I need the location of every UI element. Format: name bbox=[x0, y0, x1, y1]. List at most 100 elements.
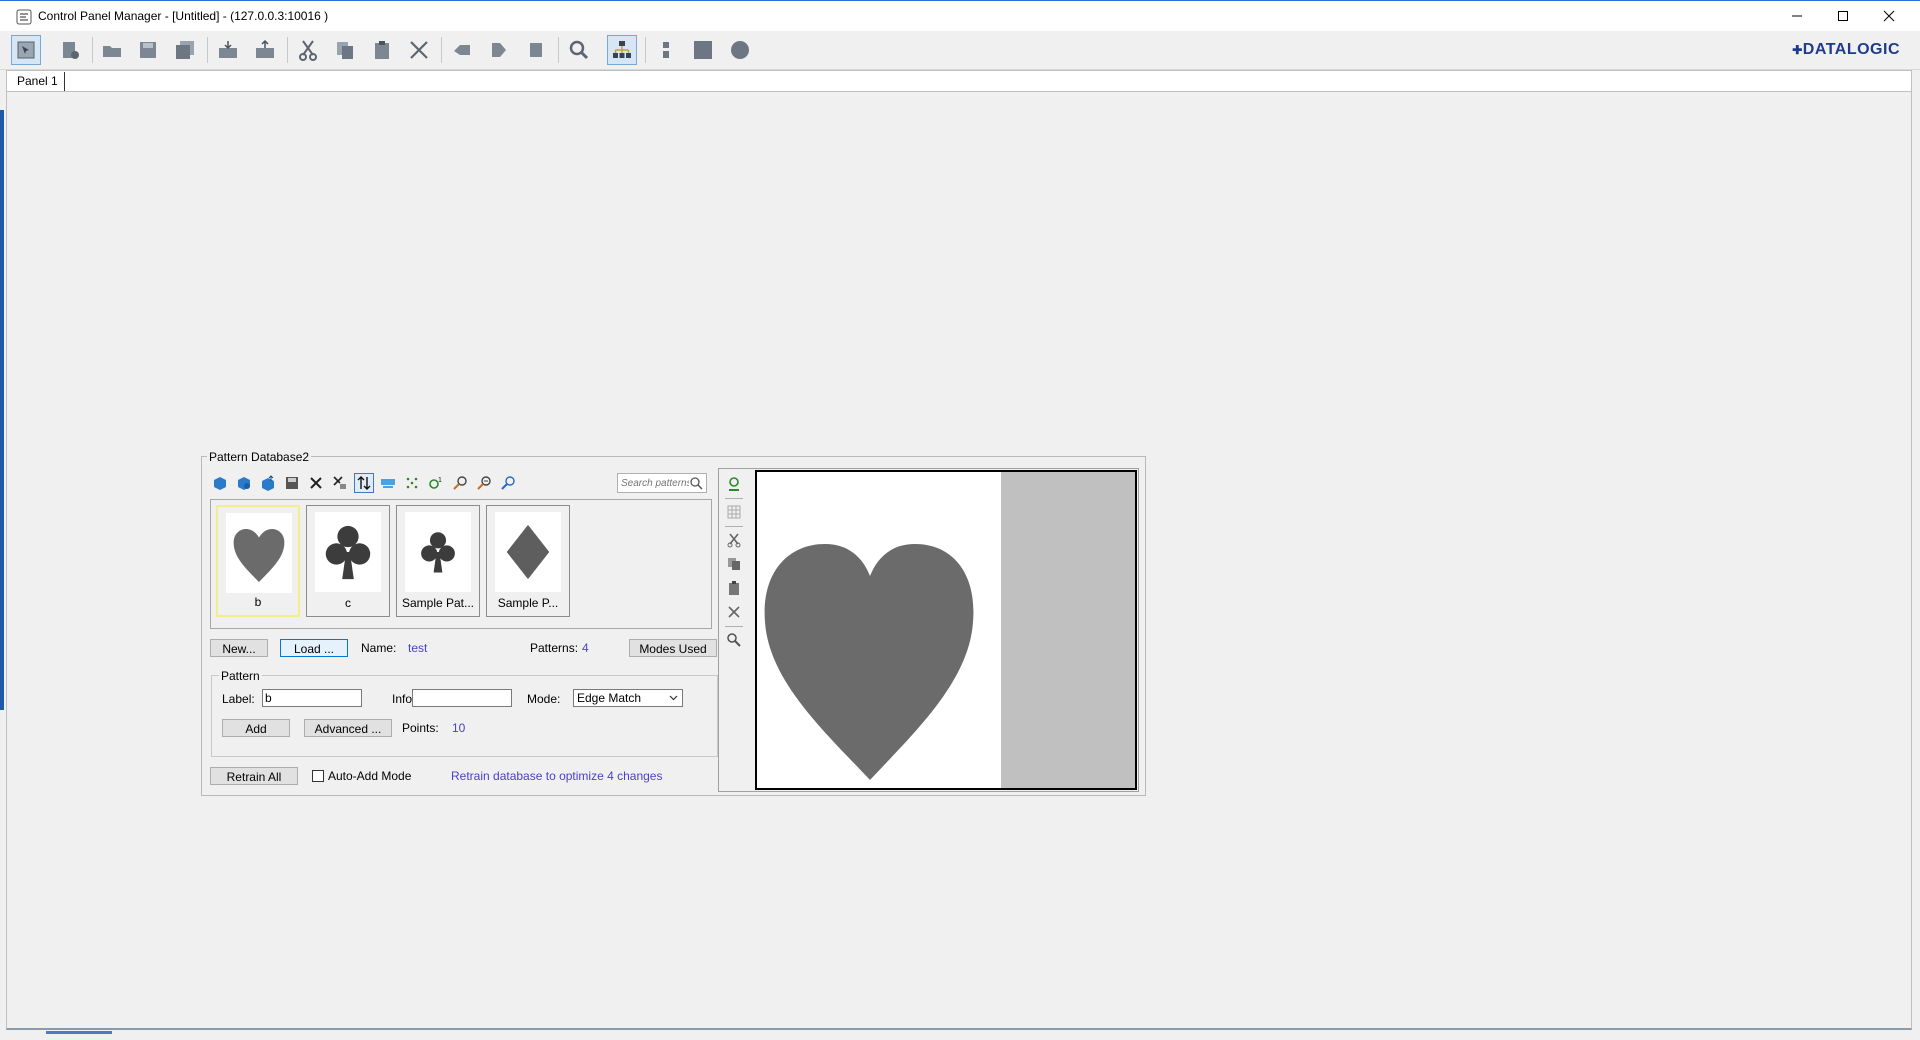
pattern-label-input[interactable] bbox=[262, 689, 362, 707]
db-export-button[interactable] bbox=[258, 473, 278, 493]
redo-button[interactable] bbox=[484, 35, 514, 65]
import-button[interactable] bbox=[213, 35, 243, 65]
db-save-button[interactable] bbox=[282, 473, 302, 493]
delete-button[interactable] bbox=[404, 35, 434, 65]
zoom-icon bbox=[569, 40, 589, 60]
auto-add-mode-checkbox[interactable] bbox=[312, 770, 324, 782]
undo-button[interactable] bbox=[447, 35, 477, 65]
redo-icon bbox=[492, 43, 506, 57]
save-all-button[interactable] bbox=[170, 35, 200, 65]
db-save-icon bbox=[286, 477, 298, 489]
tab-panel-1[interactable]: Panel 1 bbox=[11, 72, 65, 91]
mode-select-value: Edge Match bbox=[577, 691, 642, 705]
db-delete-button[interactable] bbox=[306, 473, 326, 493]
viewer-zoom-button[interactable] bbox=[724, 630, 744, 650]
db-zoom-fit-button[interactable] bbox=[498, 473, 518, 493]
horizontal-scrollbar[interactable] bbox=[6, 1030, 1912, 1040]
save-icon bbox=[140, 42, 156, 58]
db-display-button[interactable] bbox=[378, 473, 398, 493]
info-input[interactable] bbox=[412, 689, 512, 707]
viewer-grid-button[interactable] bbox=[724, 502, 744, 522]
viewer-copy-button[interactable] bbox=[724, 554, 744, 574]
advanced-button[interactable]: Advanced ... bbox=[304, 719, 392, 737]
grip-button[interactable] bbox=[651, 35, 681, 65]
stop-icon bbox=[530, 43, 542, 57]
mode-select[interactable]: Edge Match bbox=[573, 689, 683, 707]
db-delete-pattern-icon bbox=[333, 476, 346, 489]
pattern-preview bbox=[315, 512, 381, 592]
stop-button[interactable] bbox=[521, 35, 551, 65]
pattern-thumb[interactable]: c bbox=[306, 505, 390, 617]
viewer-paste-button[interactable] bbox=[724, 578, 744, 598]
new-panel-button[interactable] bbox=[55, 35, 85, 65]
pattern-viewer bbox=[718, 468, 1139, 792]
db-points-button[interactable] bbox=[402, 473, 422, 493]
heart-shape-icon bbox=[233, 528, 285, 582]
pattern-label: b bbox=[254, 595, 262, 609]
minimize-button[interactable] bbox=[1774, 1, 1820, 31]
pattern-database-title: Pattern Database2 bbox=[207, 450, 312, 464]
info-label: Info bbox=[392, 692, 413, 706]
brand-mark-icon: ✚ bbox=[1792, 43, 1803, 57]
panel-workspace[interactable]: Pattern Database2 1 Search patterns b c … bbox=[6, 92, 1912, 1030]
save-button[interactable] bbox=[133, 35, 163, 65]
train-icon bbox=[729, 477, 739, 491]
pattern-thumb[interactable]: Sample Pat... bbox=[396, 505, 480, 617]
display-icon bbox=[381, 479, 395, 488]
hierarchy-icon bbox=[613, 41, 631, 58]
db-new-button[interactable] bbox=[210, 473, 230, 493]
export-button[interactable] bbox=[250, 35, 280, 65]
pattern-image-canvas[interactable] bbox=[755, 470, 1137, 790]
title-bar: Control Panel Manager - [Untitled] - (12… bbox=[0, 0, 1920, 31]
app-icon bbox=[16, 9, 32, 25]
modes-used-button[interactable]: Modes Used bbox=[629, 639, 717, 657]
db-open-button[interactable] bbox=[234, 473, 254, 493]
zoom-button[interactable] bbox=[564, 35, 594, 65]
retrain-all-button[interactable]: Retrain All bbox=[210, 767, 298, 785]
hierarchy-button[interactable] bbox=[607, 35, 637, 65]
db-delete-pattern-button[interactable] bbox=[330, 473, 350, 493]
load-database-button[interactable]: Load ... bbox=[280, 639, 348, 657]
add-pattern-button[interactable]: Add bbox=[222, 719, 290, 737]
new-database-button[interactable]: New... bbox=[210, 639, 268, 657]
pattern-search-input[interactable] bbox=[618, 474, 692, 492]
scrollbar-thumb[interactable] bbox=[46, 1031, 112, 1034]
pattern-image bbox=[757, 472, 1001, 788]
circle-shape-button[interactable] bbox=[725, 35, 755, 65]
datalogic-logo: ✚DATALOGIC bbox=[1792, 41, 1900, 58]
train-one-icon: 1 bbox=[429, 477, 442, 489]
maximize-button[interactable] bbox=[1820, 1, 1866, 31]
patterns-count-label: Patterns: bbox=[530, 641, 579, 655]
main-toolbar bbox=[0, 31, 1920, 70]
db-zoom-in-button[interactable] bbox=[450, 473, 470, 493]
viewer-toolbar bbox=[722, 472, 748, 772]
viewer-delete-button[interactable] bbox=[724, 602, 744, 622]
select-tool-button[interactable] bbox=[11, 35, 41, 65]
patterns-count-value: 4 bbox=[582, 641, 589, 655]
paste-button[interactable] bbox=[367, 35, 397, 65]
open-button[interactable] bbox=[97, 35, 127, 65]
zoom-out-icon bbox=[477, 476, 491, 490]
copy-button[interactable] bbox=[330, 35, 360, 65]
square-shape-button[interactable] bbox=[688, 35, 718, 65]
db-new-icon bbox=[214, 477, 226, 490]
paste-icon bbox=[375, 41, 389, 59]
pattern-group: Pattern Label: Info Mode: Edge Match Add… bbox=[211, 669, 718, 757]
circle-icon bbox=[731, 41, 749, 59]
close-icon bbox=[1883, 10, 1895, 22]
pattern-thumb[interactable]: Sample P... bbox=[486, 505, 570, 617]
viewer-train-button[interactable] bbox=[724, 474, 744, 494]
db-zoom-out-button[interactable] bbox=[474, 473, 494, 493]
sort-icon bbox=[357, 476, 371, 490]
database-name-value: test bbox=[408, 641, 428, 655]
pattern-thumb[interactable]: b bbox=[216, 505, 300, 617]
db-sort-button[interactable] bbox=[354, 473, 374, 493]
viewer-cut-button[interactable] bbox=[724, 530, 744, 550]
cut-button[interactable] bbox=[293, 35, 323, 65]
name-label: Name: bbox=[361, 641, 397, 655]
pattern-group-title: Pattern bbox=[219, 669, 262, 683]
db-export-icon bbox=[262, 475, 274, 491]
db-train-one-button[interactable]: 1 bbox=[426, 473, 446, 493]
new-panel-icon bbox=[63, 42, 79, 59]
close-button[interactable] bbox=[1866, 1, 1912, 31]
